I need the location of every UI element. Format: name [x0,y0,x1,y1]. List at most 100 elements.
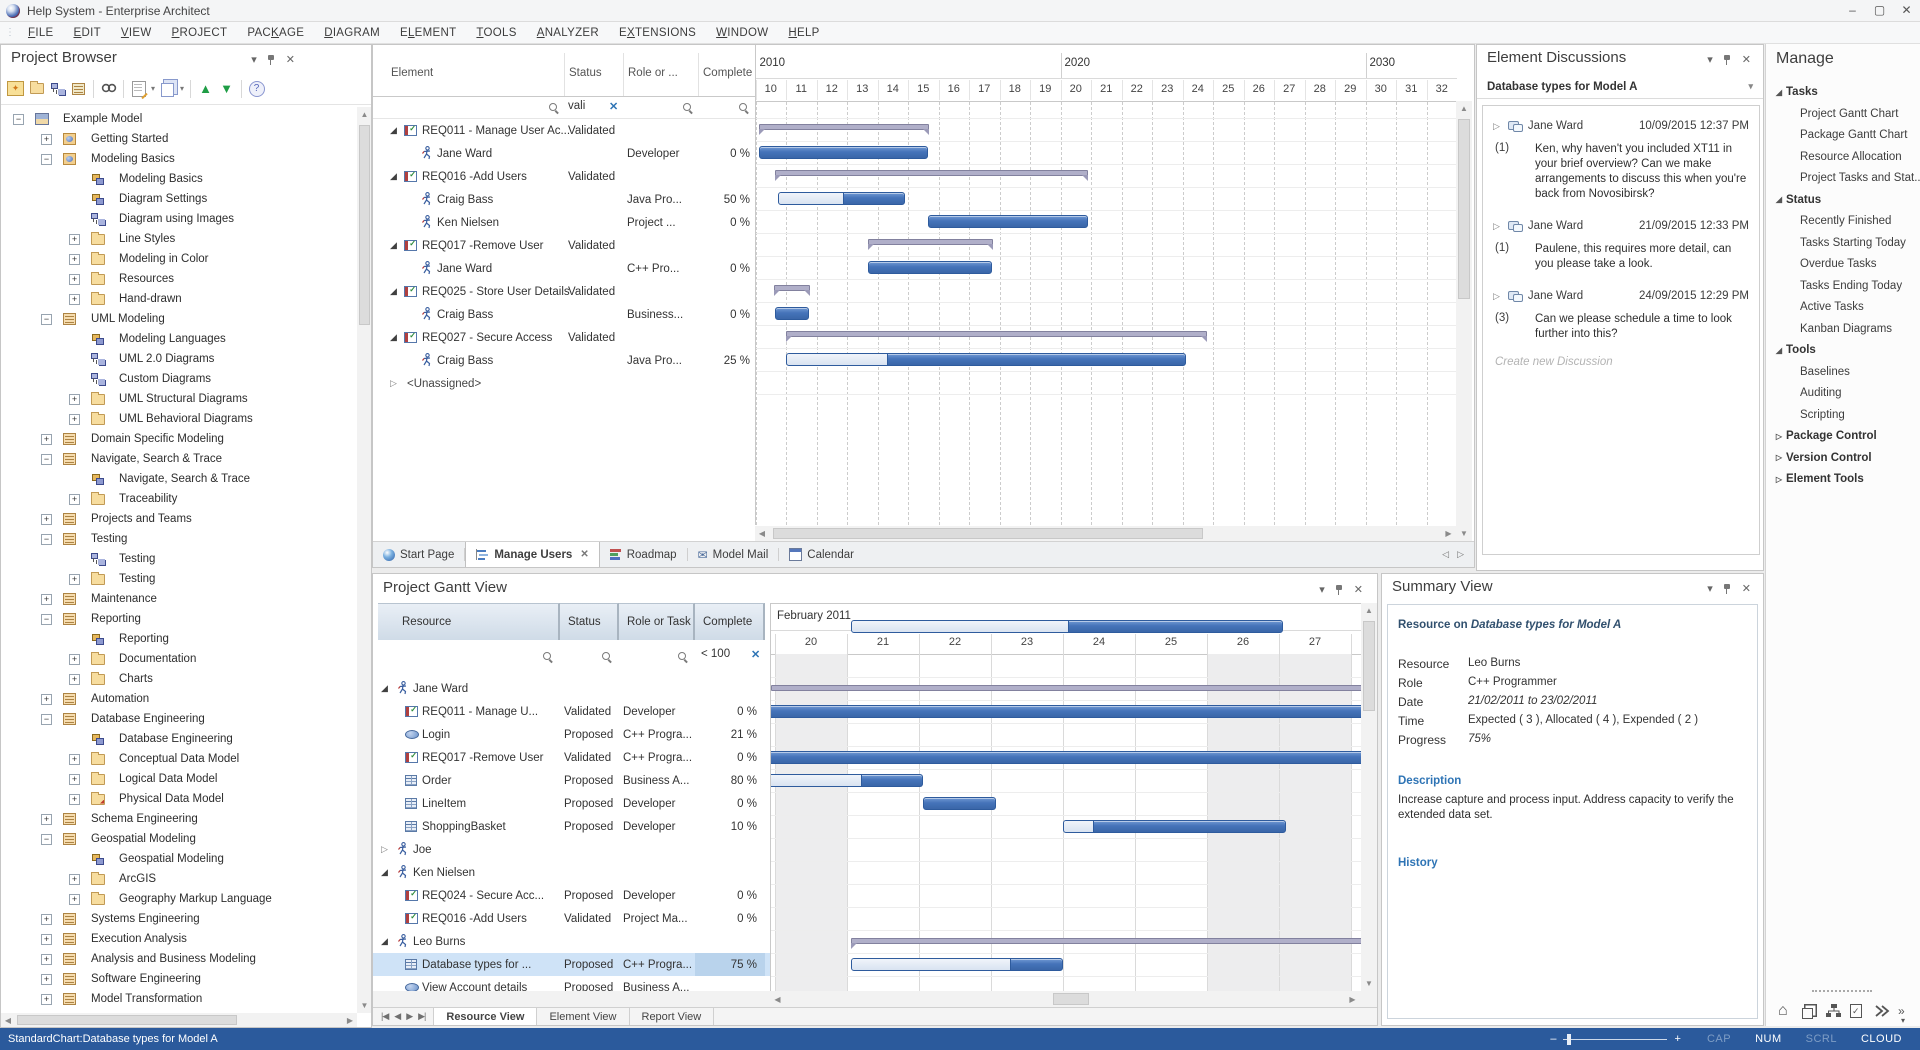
new-element-icon[interactable] [69,80,88,98]
tree-item[interactable]: +Charts [1,669,357,689]
org-chart-icon[interactable] [1826,1004,1844,1020]
menu-item-edit[interactable]: EDIT [64,27,111,39]
manage-item-package-gantt-chart[interactable]: Package Gantt Chart [1800,129,1907,141]
tree-item[interactable]: −Reporting [1,609,357,629]
overflow-icon[interactable]: »▾ [1898,1004,1916,1020]
tree-item[interactable]: −Geospatial Modeling [1,829,357,849]
tree-item[interactable]: Testing [1,549,357,569]
gantt-group-row[interactable]: ◢Jane Ward [373,677,770,700]
tab-scroll-right-icon[interactable]: ▷ [1457,549,1464,560]
tree-item[interactable]: −Testing [1,529,357,549]
zoom-in-button[interactable]: + [1675,1033,1681,1045]
tree-horizontal-scrollbar[interactable]: ◀ ▶ [1,1013,357,1027]
tree-item[interactable]: +Execution Analysis [1,929,357,949]
move-down-icon[interactable]: ▼ [217,80,236,98]
expand-plus-icon[interactable]: + [41,514,52,525]
gantt-task-bar[interactable] [923,797,996,810]
manage-item-resource-allocation[interactable]: Resource Allocation [1800,151,1902,163]
timeline-vertical-scrollbar[interactable]: ▲▼ [1456,101,1472,541]
scroll-down-icon[interactable]: ▼ [1456,526,1472,541]
row-expand-icon[interactable]: ◢ [390,286,397,297]
column-header-status[interactable]: Status [569,67,602,79]
expand-plus-icon[interactable]: + [41,814,52,825]
gantt-row[interactable]: Craig BassJava Pro...25 % [373,349,753,372]
expand-plus-icon[interactable]: + [69,414,80,425]
tab-resource-view[interactable]: Resource View [434,1008,537,1025]
gantt-row[interactable]: LineItemProposedDeveloper0 % [373,792,770,815]
manage-section-version-control[interactable]: ▷Version Control [1772,452,1872,464]
scroll-right-icon[interactable]: ▶ [1345,991,1360,1008]
column-header-complete[interactable]: Complete [703,67,752,79]
expand-plus-icon[interactable]: + [69,654,80,665]
gantt-task-bar[interactable] [771,774,923,787]
tree-item[interactable]: +Maintenance [1,589,357,609]
manage-item-tasks-ending-today[interactable]: Tasks Ending Today [1800,280,1902,292]
scroll-down-icon[interactable]: ▼ [357,998,372,1013]
tree-item[interactable]: +Hand-drawn [1,289,357,309]
menu-item-element[interactable]: ELEMENT [390,27,466,39]
menu-item-file[interactable]: FILE [18,27,64,39]
close-icon[interactable]: ✕ [286,53,295,66]
tree-item[interactable]: +Systems Engineering [1,909,357,929]
collapse-minus-icon[interactable]: − [41,614,52,625]
gantt-row[interactable]: REQ024 - Secure Acc...ProposedDeveloper0… [373,884,770,907]
tree-item[interactable]: Navigate, Search & Trace [1,469,357,489]
chevron-down-icon[interactable]: ▾ [1319,583,1325,596]
tree-item[interactable]: UML 2.0 Diagrams [1,349,357,369]
chevron-down-icon[interactable]: ▾ [1707,582,1713,595]
menu-item-help[interactable]: HELP [778,27,829,39]
scroll-down-icon[interactable]: ▼ [1361,976,1377,991]
tree-item[interactable]: −Navigate, Search & Trace [1,449,357,469]
expand-plus-icon[interactable]: + [41,934,52,945]
gantt-task-bar[interactable] [771,751,1362,764]
gantt-row[interactable]: View Account detailsProposedBusiness A..… [373,976,770,991]
nav-arrow-icon[interactable]: ▶ [406,1011,412,1022]
manage-section-status[interactable]: ◢Status [1772,194,1821,206]
gantt-task-bar[interactable] [775,307,809,320]
tab-model-mail[interactable]: ✉Model Mail [688,542,779,567]
new-package-icon[interactable] [27,80,46,98]
expand-plus-icon[interactable]: + [41,694,52,705]
expand-plus-icon[interactable]: + [41,994,52,1005]
gantt-task-bar[interactable] [1063,820,1286,833]
gantt-row[interactable]: ◢REQ016 -Add UsersValidated [373,165,753,188]
manage-item-kanban-diagrams[interactable]: Kanban Diagrams [1800,323,1892,335]
manage-item-active-tasks[interactable]: Active Tasks [1800,301,1864,313]
expand-plus-icon[interactable]: + [69,574,80,585]
row-expand-icon[interactable]: ◢ [390,125,397,136]
gantt-row[interactable]: ▷<Unassigned> [373,372,753,395]
manage-item-tasks-starting-today[interactable]: Tasks Starting Today [1800,237,1906,249]
manage-item-project-tasks-and-stat-[interactable]: Project Tasks and Stat... [1800,172,1920,184]
chevrons-icon[interactable] [1874,1004,1892,1020]
menu-item-window[interactable]: WINDOW [706,27,778,39]
gantt-task-bar[interactable] [759,146,928,159]
scroll-thumb[interactable] [1363,621,1375,711]
menu-item-view[interactable]: VIEW [111,27,162,39]
expand-plus-icon[interactable]: + [69,294,80,305]
dropdown-arrow-icon[interactable]: ▾ [151,84,155,93]
tree-item[interactable]: Modeling Languages [1,329,357,349]
menu-item-project[interactable]: PROJECT [162,27,238,39]
description-heading[interactable]: Description [1398,775,1461,787]
tree-item[interactable]: Reporting [1,629,357,649]
tree-item[interactable]: +Physical Data Model [1,789,357,809]
move-up-icon[interactable]: ▲ [196,80,215,98]
tree-item[interactable]: Database Engineering [1,729,357,749]
tree-item[interactable]: +Testing [1,569,357,589]
manage-section-tools[interactable]: ◢Tools [1772,344,1816,356]
copy-stack-icon[interactable] [158,80,177,98]
gantt-row[interactable]: ShoppingBasketProposedDeveloper10 % [373,815,770,838]
gantt-row[interactable]: Jane WardDeveloper0 % [373,142,753,165]
pin-icon[interactable] [1335,584,1344,595]
gantt-group-row[interactable]: ◢Leo Burns [373,930,770,953]
expand-icon[interactable]: ▷ [1493,121,1500,132]
row-expand-icon[interactable]: ▷ [390,378,397,389]
tree-item[interactable]: +Software Engineering [1,969,357,989]
tab-element-view[interactable]: Element View [537,1008,629,1025]
close-icon[interactable]: ✕ [1742,582,1751,595]
manage-section-package-control[interactable]: ▷Package Control [1772,430,1877,442]
expand-plus-icon[interactable]: + [41,974,52,985]
gantt-row[interactable]: Craig BassBusiness...0 % [373,303,753,326]
pin-icon[interactable] [1723,54,1732,65]
new-diagram-icon[interactable] [48,80,67,98]
